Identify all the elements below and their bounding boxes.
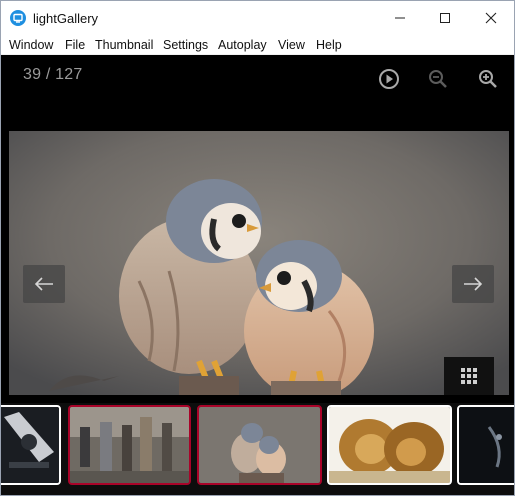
prev-button[interactable] — [23, 265, 65, 303]
thumbnail[interactable] — [68, 405, 191, 485]
thumbnail[interactable] — [457, 405, 514, 485]
menu-help[interactable]: Help — [316, 38, 342, 52]
menu-file[interactable]: File — [65, 38, 85, 52]
menu-window[interactable]: Window — [9, 38, 53, 52]
zoom-in-button[interactable] — [476, 67, 500, 91]
app-window: lightGallery Window File Thumbnail Setti… — [0, 0, 515, 496]
main-image[interactable] — [9, 131, 509, 395]
autoplay-button[interactable] — [377, 67, 401, 91]
zoom-out-button[interactable] — [426, 67, 450, 91]
title-bar[interactable]: lightGallery — [1, 1, 514, 35]
menu-thumbnail[interactable]: Thumbnail — [95, 38, 153, 52]
window-title: lightGallery — [33, 11, 99, 26]
arrow-left-icon — [34, 277, 53, 291]
arrow-right-icon — [464, 277, 483, 291]
maximize-icon — [440, 13, 450, 23]
thumbnail[interactable] — [1, 405, 61, 485]
minimize-icon — [395, 17, 405, 19]
maximize-button[interactable] — [422, 1, 468, 35]
menu-autoplay[interactable]: Autoplay — [218, 38, 267, 52]
thumbnail[interactable] — [327, 405, 452, 485]
menu-bar: Window File Thumbnail Settings Autoplay … — [1, 35, 514, 55]
next-button[interactable] — [452, 265, 494, 303]
menu-settings[interactable]: Settings — [163, 38, 208, 52]
minimize-button[interactable] — [377, 1, 423, 35]
zoom-in-icon — [479, 70, 497, 88]
thumbnail-strip — [1, 403, 514, 495]
menu-view[interactable]: View — [278, 38, 305, 52]
close-button[interactable] — [468, 1, 514, 35]
zoom-out-icon — [429, 70, 447, 88]
play-icon — [379, 69, 399, 89]
gallery-viewer: 39 / 127 — [1, 55, 514, 495]
image-counter: 39 / 127 — [23, 66, 83, 83]
thumbnail-toggle-button[interactable] — [444, 357, 494, 395]
grid-icon — [461, 368, 477, 384]
close-icon — [485, 12, 497, 24]
lightgallery-app-icon — [10, 10, 26, 26]
thumbnail[interactable] — [197, 405, 322, 485]
